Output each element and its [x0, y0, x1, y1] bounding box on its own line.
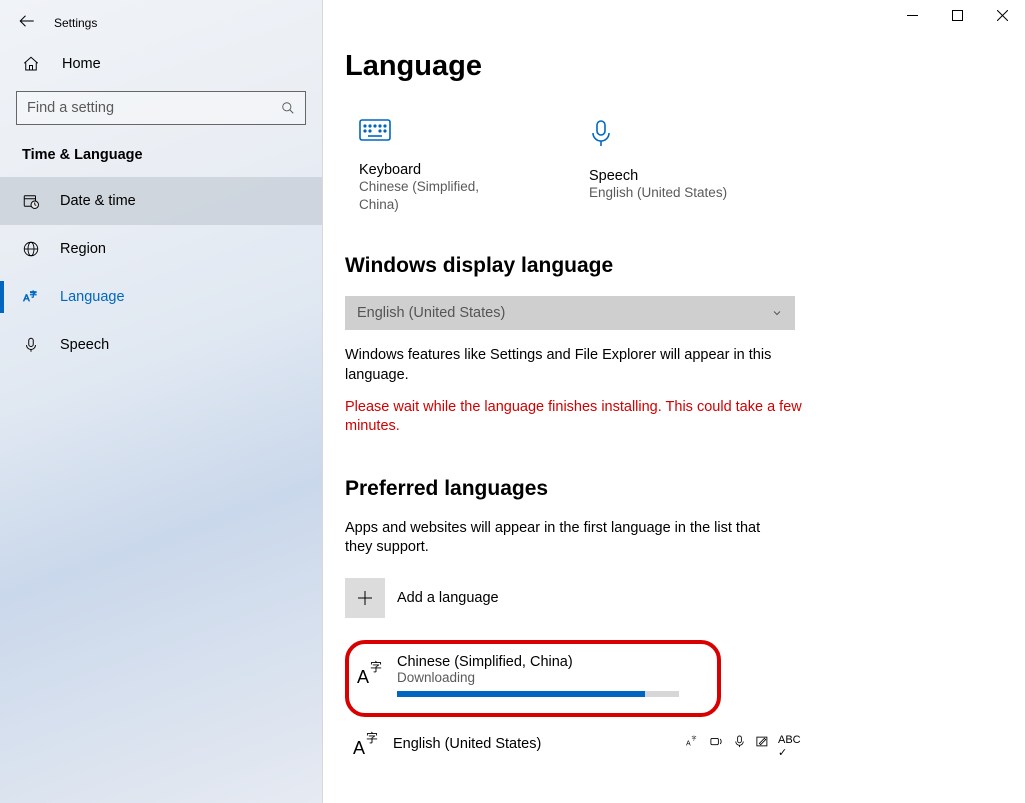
- preferred-languages-desc: Apps and websites will appear in the fir…: [345, 519, 785, 558]
- sidebar-item-label: Speech: [60, 337, 109, 353]
- download-progress: [397, 691, 679, 697]
- sidebar-item-label: Region: [60, 241, 106, 257]
- svg-text:A: A: [686, 741, 691, 748]
- sidebar-item-language[interactable]: A 字 Language: [0, 273, 322, 321]
- sidebar-section-title: Time & Language: [0, 141, 322, 177]
- language-icon: A字: [353, 654, 389, 697]
- search-icon: [281, 101, 295, 115]
- search-input[interactable]: Find a setting: [16, 91, 306, 125]
- speech-recognition-icon: [732, 734, 747, 749]
- display-language-heading: Windows display language: [345, 254, 997, 278]
- language-pack-icon: A字: [686, 734, 701, 749]
- text-to-speech-icon: [709, 734, 724, 749]
- display-language-selected: English (United States): [357, 305, 771, 321]
- tile-keyboard-title: Keyboard: [359, 162, 509, 178]
- sidebar-home-label: Home: [62, 56, 101, 72]
- window-title: Settings: [54, 16, 97, 30]
- microphone-icon: [589, 119, 739, 152]
- chevron-down-icon: [771, 307, 783, 319]
- sidebar-item-label: Date & time: [60, 193, 136, 209]
- svg-text:A: A: [353, 738, 365, 758]
- language-name: Chinese (Simplified, China): [397, 654, 709, 670]
- tile-keyboard-sub: Chinese (Simplified, China): [359, 178, 509, 214]
- home-icon: [22, 55, 40, 73]
- display-language-dropdown[interactable]: English (United States): [345, 296, 795, 330]
- plus-icon: [345, 578, 385, 618]
- globe-icon: [22, 240, 40, 258]
- display-language-desc: Windows features like Settings and File …: [345, 346, 785, 385]
- language-name: English (United States): [393, 732, 678, 752]
- keyboard-icon: [359, 119, 509, 146]
- main-content: Language Keyboard Chinese (Simplified, C…: [323, 0, 1025, 803]
- language-icon: A字: [349, 725, 385, 759]
- preferred-languages-heading: Preferred languages: [345, 477, 997, 501]
- tile-keyboard[interactable]: Keyboard Chinese (Simplified, China): [359, 119, 509, 214]
- sidebar-home[interactable]: Home: [0, 37, 322, 91]
- display-language-warning: Please wait while the language finishes …: [345, 398, 805, 437]
- page-title: Language: [345, 50, 997, 83]
- handwriting-icon: [755, 734, 770, 749]
- microphone-icon: [22, 336, 40, 354]
- language-feature-icons: A字 ABC✓: [686, 734, 793, 749]
- tile-speech-title: Speech: [589, 168, 739, 184]
- sidebar-item-label: Language: [60, 289, 125, 305]
- search-placeholder: Find a setting: [27, 100, 281, 116]
- language-icon: A 字: [22, 288, 40, 306]
- language-status: Downloading: [397, 670, 709, 685]
- sidebar-item-speech[interactable]: Speech: [0, 321, 322, 369]
- tile-speech[interactable]: Speech English (United States): [589, 119, 739, 214]
- svg-text:字: 字: [692, 735, 697, 742]
- svg-text:A: A: [357, 667, 369, 687]
- language-item[interactable]: A字 English (United States) A字 ABC✓: [345, 725, 793, 759]
- language-item-downloading[interactable]: A字 Chinese (Simplified, China) Downloadi…: [345, 640, 721, 717]
- sidebar-item-region[interactable]: Region: [0, 225, 322, 273]
- maximize-button[interactable]: [935, 0, 980, 30]
- svg-text:字: 字: [370, 659, 382, 674]
- calendar-clock-icon: [22, 192, 40, 210]
- add-language-button[interactable]: Add a language: [345, 578, 997, 618]
- spellcheck-icon: ABC✓: [778, 734, 793, 749]
- svg-text:字: 字: [30, 289, 37, 298]
- close-button[interactable]: [980, 0, 1025, 30]
- add-language-label: Add a language: [397, 590, 499, 606]
- sidebar: Settings Home Find a setting Time & Lang…: [0, 0, 323, 803]
- minimize-button[interactable]: [890, 0, 935, 30]
- back-button[interactable]: [18, 12, 36, 33]
- svg-text:字: 字: [366, 730, 378, 745]
- tile-speech-sub: English (United States): [589, 184, 739, 202]
- sidebar-item-date-time[interactable]: Date & time: [0, 177, 322, 225]
